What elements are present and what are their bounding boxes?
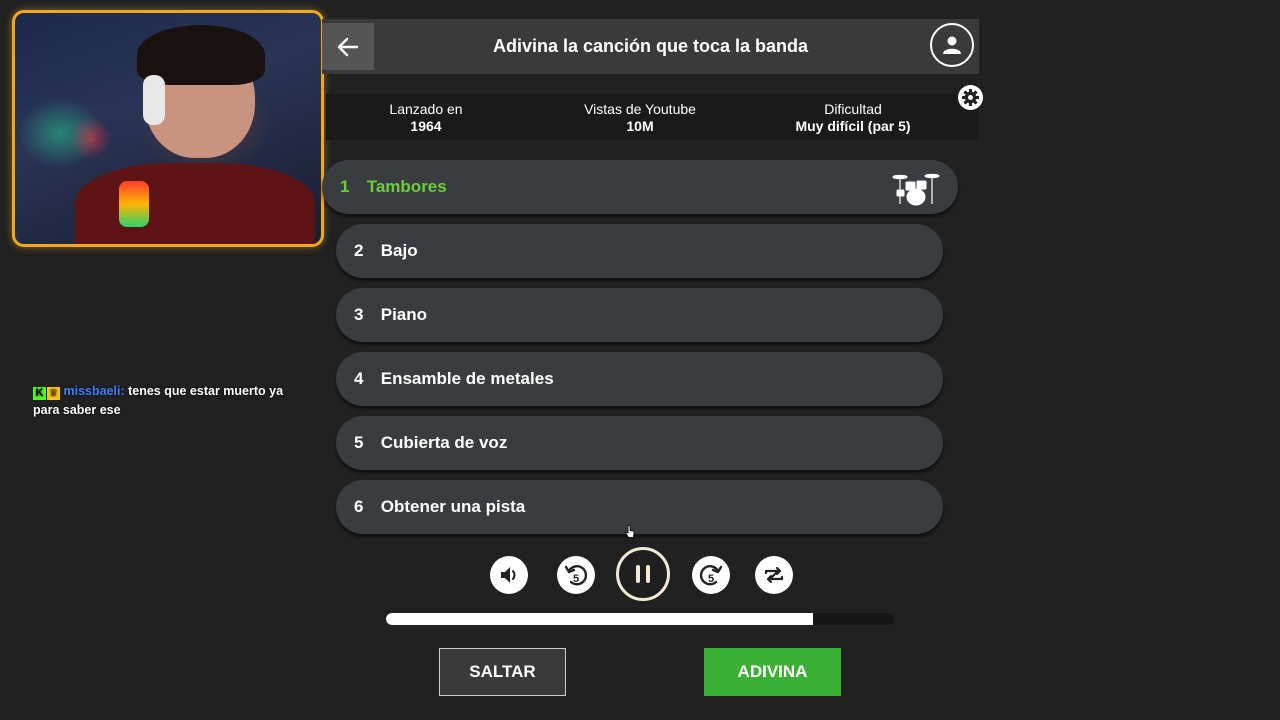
rewind-seconds: 5 [573, 573, 579, 585]
track-number: 2 [354, 241, 364, 260]
track-item-1[interactable]: 1 Tambores [322, 160, 958, 214]
difficulty-value: Muy difícil (par 5) [795, 118, 911, 134]
track-item-6[interactable]: 6 Obtener una pista [336, 480, 943, 534]
forward-5-button[interactable]: 5 [692, 556, 730, 594]
header-bar: Adivina la canción que toca la banda [322, 19, 979, 74]
back-button[interactable] [322, 23, 374, 70]
difficulty-stat: Dificultad Muy difícil (par 5) [773, 101, 933, 135]
forward-seconds: 5 [708, 573, 714, 585]
microphone-icon [119, 181, 149, 227]
progress-fill [386, 613, 813, 625]
track-number: 4 [354, 369, 364, 388]
release-stat: Lanzado en 1964 [366, 101, 486, 135]
chat-username: missbaeli: [63, 384, 125, 398]
user-icon [943, 36, 961, 54]
track-label: Piano [380, 305, 428, 324]
volume-button[interactable] [490, 556, 528, 594]
skip-button[interactable]: SALTAR [439, 648, 566, 696]
track-item-4[interactable]: 4 Ensamble de metales [336, 352, 943, 406]
track-number: 1 [340, 177, 350, 196]
views-stat: Vistas de Youtube 10M [570, 101, 710, 135]
settings-button[interactable] [958, 85, 983, 110]
difficulty-label: Dificultad [824, 101, 882, 117]
rewind-icon: 5 [564, 565, 588, 586]
pause-button[interactable] [616, 547, 670, 601]
gear-icon [961, 88, 980, 107]
repeat-button[interactable] [755, 556, 793, 594]
track-number: 6 [354, 497, 364, 516]
track-label: Ensamble de metales [380, 369, 554, 388]
mouse-cursor-icon [625, 525, 635, 538]
views-label: Vistas de Youtube [584, 101, 696, 117]
song-info-bar: Lanzado en 1964 Vistas de Youtube 10M Di… [326, 94, 979, 140]
crown-badge-icon: ♛ [47, 387, 60, 400]
headset-icon [143, 75, 165, 125]
pause-icon [636, 565, 650, 583]
track-item-2[interactable]: 2 Bajo [336, 224, 943, 278]
arrow-left-icon [337, 37, 359, 56]
release-label: Lanzado en [389, 101, 463, 117]
track-label: Bajo [380, 241, 418, 260]
profile-button[interactable] [930, 23, 974, 67]
views-value: 10M [626, 118, 654, 134]
track-label: Cubierta de voz [380, 433, 508, 452]
track-number: 5 [354, 433, 364, 452]
track-label: Tambores [366, 177, 447, 196]
chat-message: K ♛ missbaeli: tenes que estar muerto ya … [33, 382, 303, 420]
track-item-5[interactable]: 5 Cubierta de voz [336, 416, 943, 470]
streamer-shirt [75, 163, 315, 244]
forward-icon: 5 [699, 565, 723, 586]
drum-kit-icon [892, 173, 940, 206]
kick-badge-icon: K [33, 387, 46, 400]
playback-progress-bar[interactable] [386, 613, 894, 625]
release-value: 1964 [410, 118, 442, 134]
rewind-5-button[interactable]: 5 [557, 556, 595, 594]
page-title: Adivina la canción que toca la banda [492, 36, 809, 56]
track-label: Obtener una pista [380, 497, 526, 516]
webcam-overlay [12, 10, 324, 247]
volume-icon [501, 567, 516, 583]
guess-button[interactable]: ADIVINA [704, 648, 841, 696]
track-number: 3 [354, 305, 364, 324]
repeat-icon [764, 566, 784, 584]
track-item-3[interactable]: 3 Piano [336, 288, 943, 342]
